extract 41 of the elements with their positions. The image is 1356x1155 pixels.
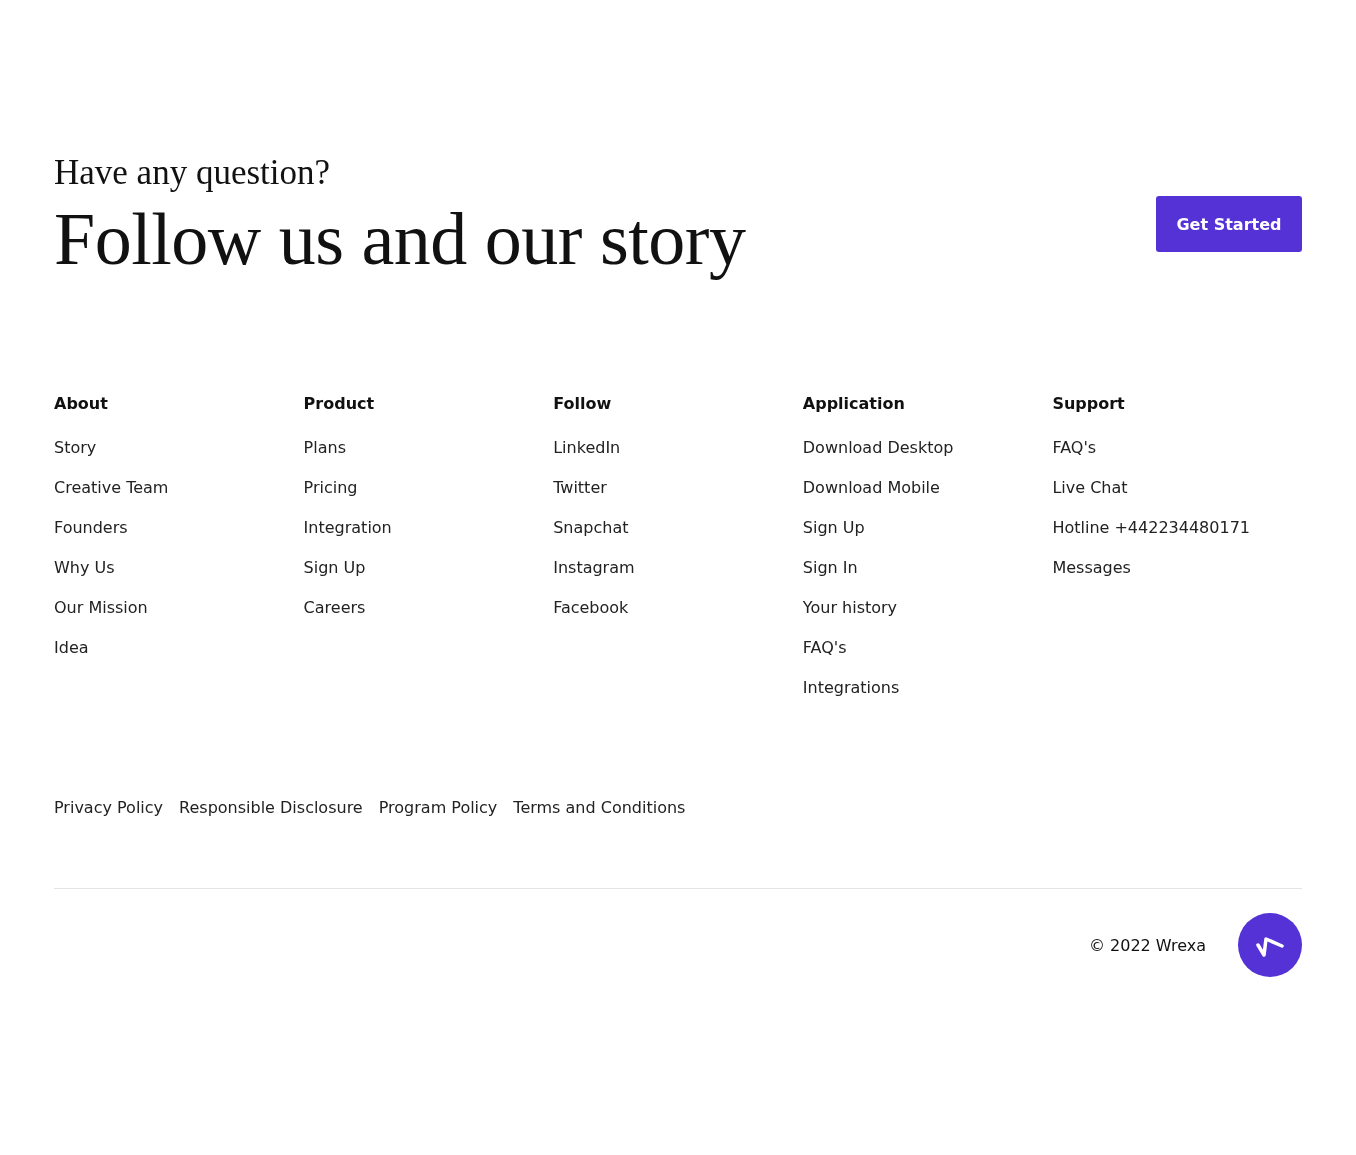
legal-link[interactable]: Privacy Policy bbox=[54, 796, 164, 820]
section-title: Follow us and our story bbox=[54, 197, 746, 282]
column-heading: About bbox=[54, 393, 108, 415]
footer-link[interactable]: Download Desktop bbox=[802, 436, 954, 460]
footer-link[interactable]: Integration bbox=[303, 516, 392, 540]
footer-link[interactable]: Founders bbox=[54, 516, 128, 540]
footer-link[interactable]: Sign In bbox=[802, 556, 858, 580]
footer-link[interactable]: Facebook bbox=[553, 596, 629, 620]
footer-link[interactable]: Download Mobile bbox=[802, 476, 940, 500]
footer-link[interactable]: Our Mission bbox=[54, 596, 148, 620]
legal-link[interactable]: Terms and Conditions bbox=[513, 796, 686, 820]
footer-link[interactable]: Integrations bbox=[802, 676, 900, 700]
footer-link[interactable]: LinkedIn bbox=[553, 436, 621, 460]
footer-link[interactable]: Your history bbox=[802, 596, 898, 620]
column-heading: Application bbox=[802, 393, 905, 415]
column-heading: Follow bbox=[553, 393, 612, 415]
footer-link[interactable]: Sign Up bbox=[802, 516, 865, 540]
legal-link[interactable]: Program Policy bbox=[378, 796, 498, 820]
footer-link[interactable]: Pricing bbox=[303, 476, 358, 500]
footer-link[interactable]: Instagram bbox=[553, 556, 635, 580]
footer-link[interactable]: Live Chat bbox=[1052, 476, 1128, 500]
footer-link[interactable]: Careers bbox=[303, 596, 366, 620]
footer-link[interactable]: Creative Team bbox=[54, 476, 169, 500]
footer-link[interactable]: Snapchat bbox=[553, 516, 629, 540]
footer-link[interactable]: Idea bbox=[54, 636, 89, 660]
logo-icon[interactable] bbox=[1238, 913, 1302, 977]
column-heading: Product bbox=[303, 393, 375, 415]
footer-link[interactable]: Hotline +442234480171 bbox=[1052, 516, 1250, 540]
column-heading: Support bbox=[1052, 393, 1125, 415]
footer-link[interactable]: Plans bbox=[303, 436, 346, 460]
footer-link[interactable]: Messages bbox=[1052, 556, 1131, 580]
copyright-text: © 2022 Wrexa bbox=[1088, 935, 1206, 955]
footer-link[interactable]: FAQ's bbox=[1052, 436, 1097, 460]
legal-link[interactable]: Responsible Disclosure bbox=[179, 796, 363, 820]
footer-link[interactable]: Why Us bbox=[54, 556, 115, 580]
footer-link[interactable]: Story bbox=[54, 436, 97, 460]
footer-link[interactable]: Sign Up bbox=[303, 556, 366, 580]
footer-link[interactable]: Twitter bbox=[553, 476, 607, 500]
get-started-button[interactable]: Get Started bbox=[1156, 196, 1302, 252]
footer-link[interactable]: FAQ's bbox=[802, 636, 847, 660]
section-eyebrow: Have any question? bbox=[54, 152, 332, 194]
